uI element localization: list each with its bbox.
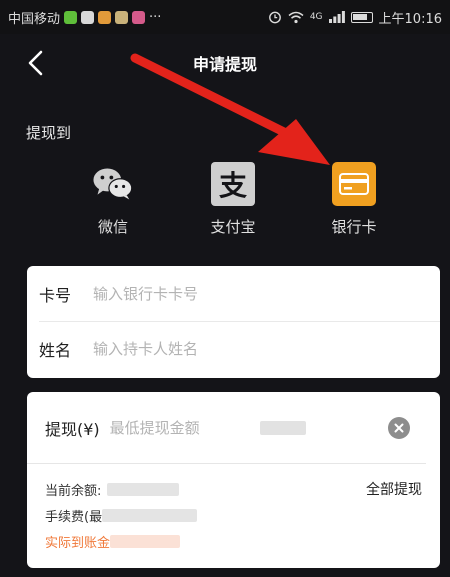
- method-alipay[interactable]: 支 支付宝: [188, 162, 278, 237]
- carrier-name: 中国移动: [8, 11, 61, 27]
- method-alipay-label: 支付宝: [210, 218, 256, 236]
- status-bar: 中国移动 ··· 4G 上午10:16: [0, 0, 450, 34]
- holder-name-label: 姓名: [39, 341, 72, 360]
- actual-amount-line: 实际到账金: [45, 528, 422, 554]
- method-wechat[interactable]: 微信: [68, 162, 158, 237]
- network-type: 4G: [309, 12, 323, 22]
- amount-row: 提现(¥): [27, 392, 426, 464]
- withdraw-methods: 微信 支 支付宝 银行卡: [0, 162, 450, 242]
- card-number-input[interactable]: [93, 284, 428, 303]
- method-bank-card-label: 银行卡: [331, 218, 377, 236]
- holder-name-input[interactable]: [93, 340, 428, 358]
- wifi-icon: [288, 11, 304, 23]
- withdraw-all-button[interactable]: 全部提现: [366, 479, 422, 499]
- holder-name-row: 姓名: [39, 321, 440, 376]
- amount-label: 提现(¥): [45, 419, 100, 439]
- fee-line: 手续费(最: [45, 502, 422, 528]
- app-notification-icon: [115, 10, 129, 24]
- clear-amount-button[interactable]: [388, 416, 410, 439]
- app-notification-icon: [98, 10, 112, 24]
- actual-amount-label: 实际到账金: [45, 535, 111, 551]
- wechat-icon: [91, 162, 135, 206]
- balance-label: 当前余额:: [45, 483, 102, 499]
- alipay-icon: 支: [211, 162, 255, 206]
- signal-icon: [328, 11, 345, 23]
- method-wechat-label: 微信: [97, 218, 128, 236]
- blurred-text: [259, 420, 306, 435]
- blurred-actual-amount: [110, 534, 181, 548]
- app-notification-icon: [64, 10, 78, 24]
- withdraw-to-label: 提现到: [26, 124, 72, 142]
- fee-label: 手续费(最: [45, 509, 103, 525]
- battery-icon: [350, 11, 373, 23]
- bank-card-form: 卡号 姓名: [27, 266, 440, 378]
- back-button[interactable]: [22, 48, 50, 78]
- balance-line: 当前余额: 全部提现: [45, 476, 422, 502]
- alipay-glyph: 支: [218, 169, 247, 202]
- page-title: 申请提现: [192, 55, 257, 74]
- close-icon: [394, 423, 404, 432]
- card-number-label: 卡号: [39, 285, 72, 305]
- card-number-row: 卡号: [27, 266, 440, 321]
- status-left: 中国移动 ···: [8, 8, 161, 27]
- alarm-icon: [268, 11, 281, 24]
- bank-card-icon: [332, 162, 376, 206]
- clock-time: 上午10:16: [378, 11, 442, 27]
- more-notifications: ···: [149, 9, 162, 25]
- withdraw-amount-card: 提现(¥) 当前余额: 全部提现 手续费(最 实际到账金: [27, 392, 440, 568]
- message-notification-icon: [81, 10, 95, 24]
- status-right: 4G 上午10:16: [268, 8, 442, 27]
- amount-input[interactable]: [109, 418, 260, 437]
- method-bank-card[interactable]: 银行卡: [309, 162, 399, 237]
- blurred-fee: [102, 508, 198, 522]
- app-notification-icon: [132, 10, 146, 24]
- amount-info: 当前余额: 全部提现 手续费(最 实际到账金: [27, 464, 440, 554]
- nav-bar: 申请提现: [0, 34, 450, 92]
- blurred-balance: [107, 482, 180, 496]
